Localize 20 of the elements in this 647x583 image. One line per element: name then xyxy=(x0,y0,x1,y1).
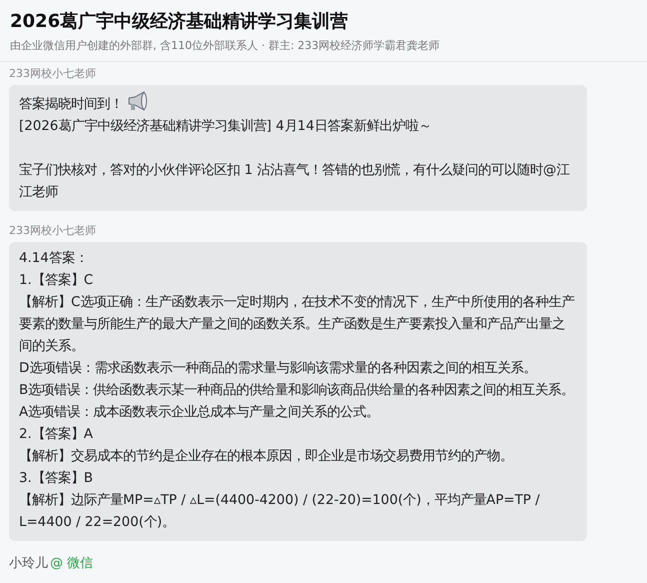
message-text: 3.【答案】B xyxy=(19,470,94,488)
message-text: 【解析】边际产量MP=▵TP / ▵L=(4400-4200) / (22-20)=100(个)，平均产量AP=TP / L=4400 / 22=200(个)。 xyxy=(19,492,541,532)
message-text: B选项错误：供给函数表示某一种商品的供给量和影响该商品供给量的各种因素之间的相互关系。 xyxy=(19,382,576,400)
message-text: A选项错误：成本函数表示企业总成本与产量之间关系的公式。 xyxy=(19,404,380,422)
message-text: 4.14答案： xyxy=(19,250,89,268)
group-info: 由企业微信用户创建的外部群, 含110位外部联系人 · 群主: 233网校经济师学霸君龚老师 xyxy=(10,38,441,54)
sender-name: 233网校小七老师 xyxy=(9,223,97,239)
sender-name: 233网校小七老师 xyxy=(9,66,97,82)
sender-source: @ 微信 xyxy=(50,556,94,571)
sender-name: 小玲儿 xyxy=(9,556,48,571)
message-text: 【解析】交易成本的节约是企业存在的根本原因，即企业是市场交易费用节约的产物。 xyxy=(19,448,514,466)
message-text: D选项错误：需求函数表示一种商品的需求量与影响该需求量的各种因素之间的相互关系。 xyxy=(19,360,538,378)
message-text: 【解析】C选项正确：生产函数表示一定时期内，在技术不变的情况下，生产中所使用的各种生产要素的数量与所能生产的最大产量之间的函数关系。生产函数是生产要素投入量和产品产出量之间的关系。 xyxy=(19,294,576,356)
megaphone-icon xyxy=(127,91,149,111)
group-title: 2026葛广宇中级经济基础精讲学习集训营 xyxy=(10,10,350,34)
message-text: 1.【答案】C xyxy=(19,272,94,290)
message-text: 宝子们快核对，答对的小伙伴评论区扣 1 沾沾喜气！答错的也别慌，有什么疑问的可以随时@江江老师 xyxy=(19,162,570,202)
message-text: [2026葛广宇中级经济基础精讲学习集训营] 4月14日答案新鲜出炉啦～ xyxy=(19,118,432,136)
message-text: 答案揭晓时间到！ xyxy=(19,97,123,112)
message-text: 2.【答案】A xyxy=(19,426,94,444)
